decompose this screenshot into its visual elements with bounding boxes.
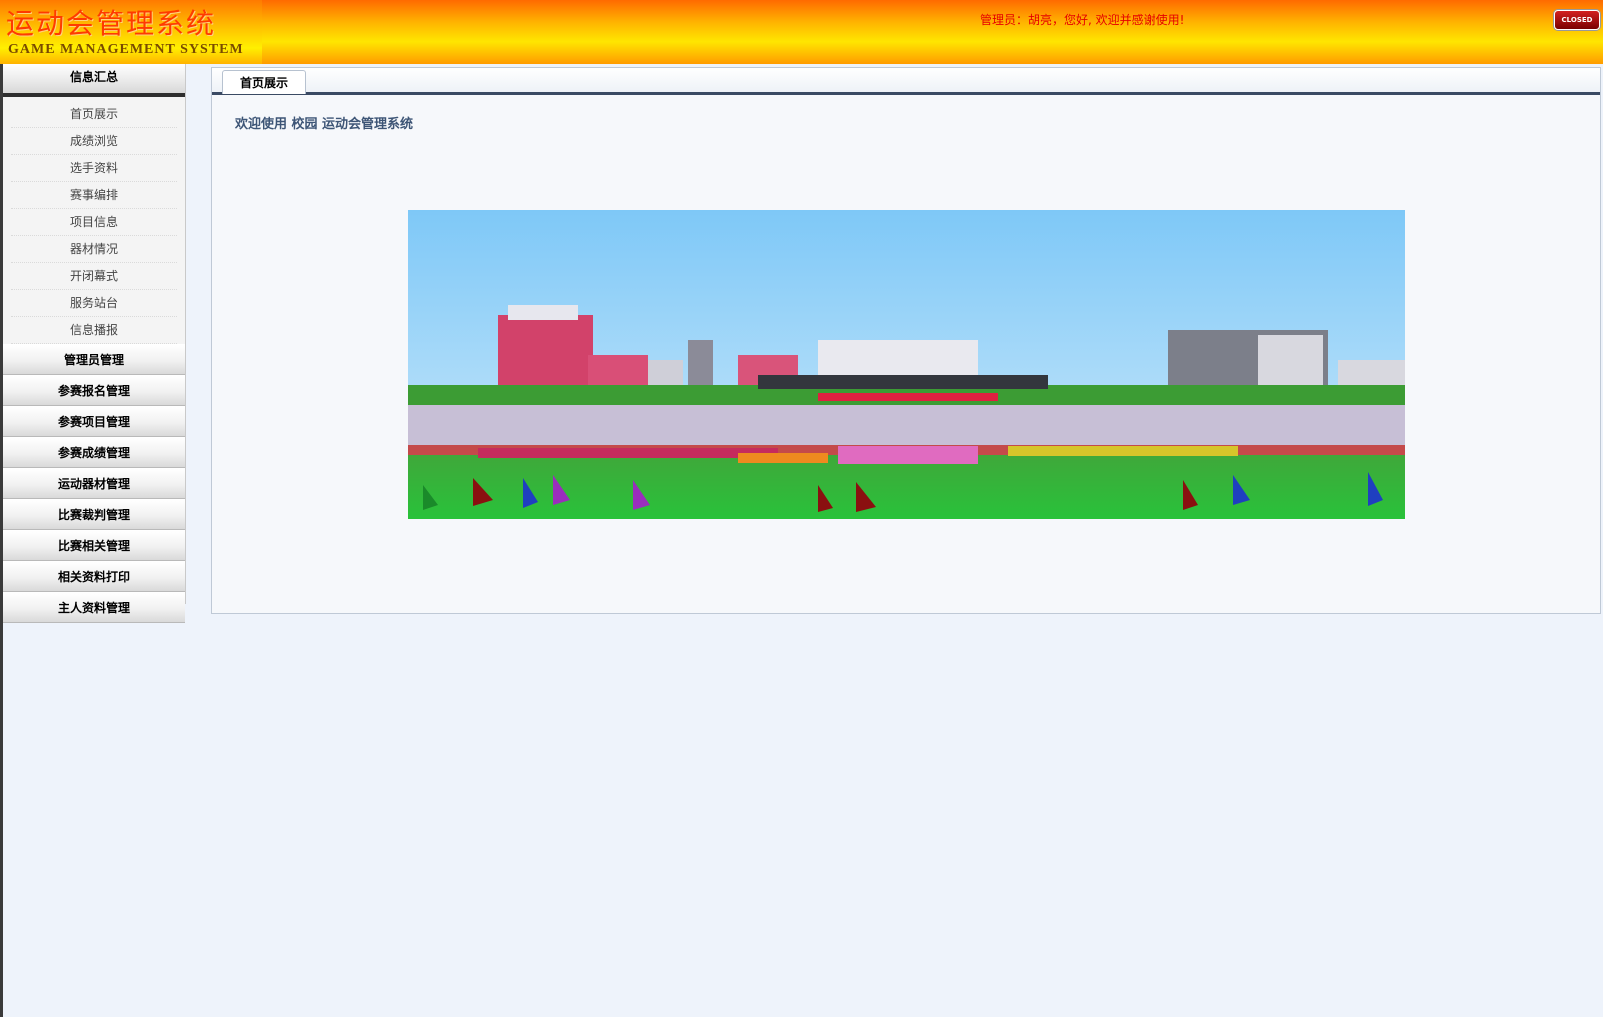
welcome-heading: 欢迎使用 校园 运动会管理系统 bbox=[235, 117, 414, 132]
sidebar-item-home[interactable]: 首页展示 bbox=[11, 101, 177, 128]
close-button[interactable]: CLOSED bbox=[1554, 10, 1600, 30]
sidebar-item-ceremony[interactable]: 开闭幕式 bbox=[11, 263, 177, 290]
sidebar-item-schedule[interactable]: 赛事编排 bbox=[11, 182, 177, 209]
sidebar-section-admin[interactable]: 管理员管理 bbox=[3, 344, 185, 375]
sidebar-section-registration[interactable]: 参赛报名管理 bbox=[3, 375, 185, 406]
sidebar-section-related[interactable]: 比赛相关管理 bbox=[3, 530, 185, 561]
stadium-banner-image bbox=[408, 210, 1405, 519]
tab-home[interactable]: 首页展示 bbox=[222, 70, 306, 94]
app-subtitle: GAME MANAGEMENT SYSTEM bbox=[8, 42, 244, 57]
sidebar: 信息汇总 首页展示 成绩浏览 选手资料 赛事编排 项目信息 器材情况 开闭幕式 … bbox=[3, 64, 186, 623]
sidebar-item-equipment[interactable]: 器材情况 bbox=[11, 236, 177, 263]
sidebar-item-athletes[interactable]: 选手资料 bbox=[11, 155, 177, 182]
sidebar-item-scores[interactable]: 成绩浏览 bbox=[11, 128, 177, 155]
sidebar-section-scores[interactable]: 参赛成绩管理 bbox=[3, 437, 185, 468]
sidebar-info-list: 首页展示 成绩浏览 选手资料 赛事编排 项目信息 器材情况 开闭幕式 服务站台 … bbox=[3, 97, 185, 344]
sidebar-section-referees[interactable]: 比赛裁判管理 bbox=[3, 499, 185, 530]
logo-area: 运动会管理系统 GAME MANAGEMENT SYSTEM bbox=[0, 0, 262, 64]
sidebar-section-equipment[interactable]: 运动器材管理 bbox=[3, 468, 185, 499]
sidebar-section-info[interactable]: 信息汇总 bbox=[3, 64, 185, 97]
sidebar-item-broadcast[interactable]: 信息播报 bbox=[11, 317, 177, 344]
welcome-message: 管理员：胡亮，您好, 欢迎并感谢使用! bbox=[980, 13, 1185, 27]
tab-bar: 首页展示 bbox=[212, 68, 1600, 95]
main-panel: 首页展示 欢迎使用 校园 运动会管理系统 bbox=[211, 67, 1601, 614]
sidebar-section-events[interactable]: 参赛项目管理 bbox=[3, 406, 185, 437]
sidebar-section-print[interactable]: 相关资料打印 bbox=[3, 561, 185, 592]
sidebar-item-events[interactable]: 项目信息 bbox=[11, 209, 177, 236]
sidebar-item-service[interactable]: 服务站台 bbox=[11, 290, 177, 317]
app-header: 运动会管理系统 GAME MANAGEMENT SYSTEM 管理员：胡亮，您好… bbox=[0, 0, 1603, 64]
sidebar-section-profile[interactable]: 主人资料管理 bbox=[3, 592, 185, 623]
app-title: 运动会管理系统 bbox=[6, 7, 217, 40]
